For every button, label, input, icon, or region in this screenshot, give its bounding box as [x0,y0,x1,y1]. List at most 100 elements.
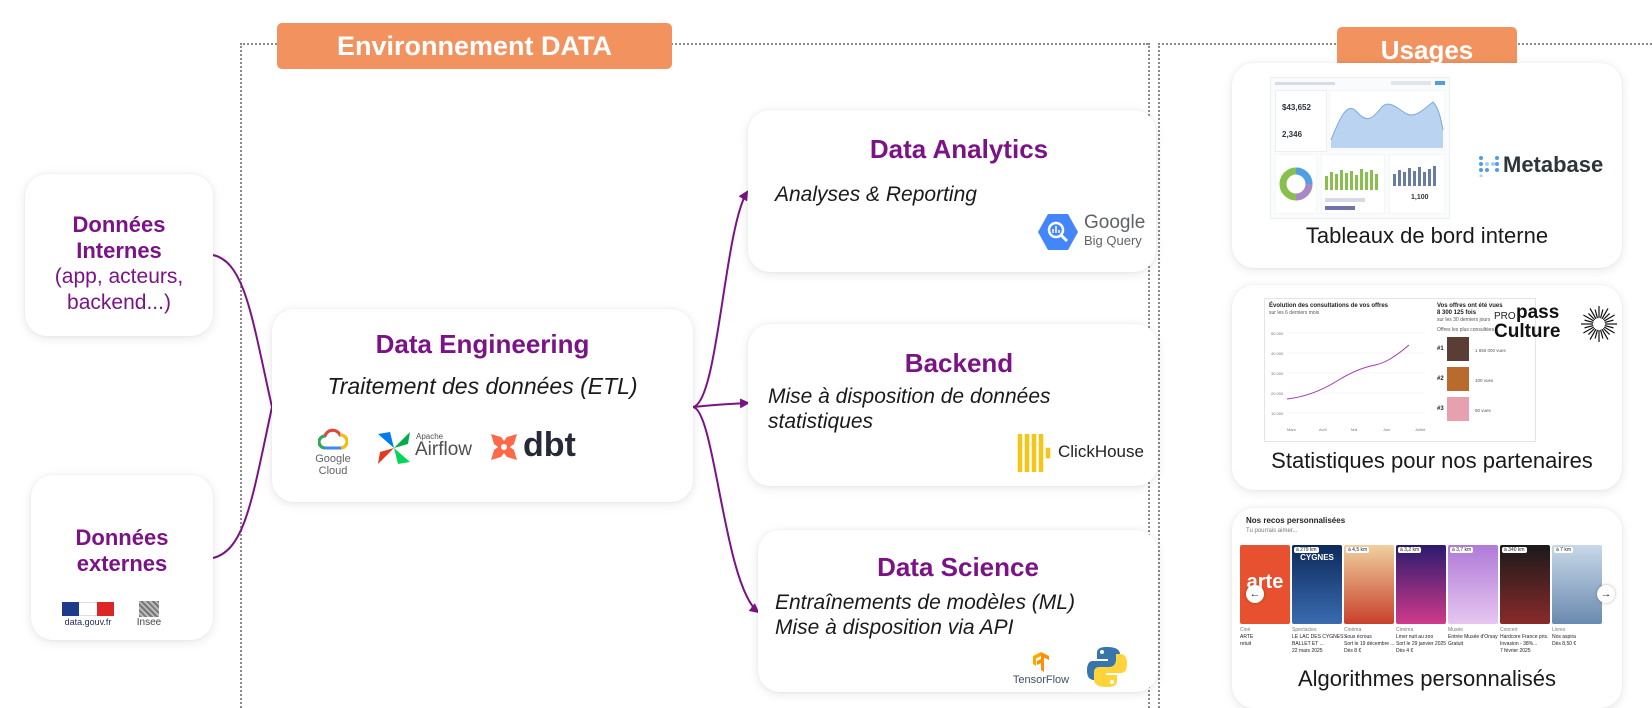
poster-image: à 7 km [1552,545,1602,624]
data-engineering-card: Data Engineering Traitement des données … [272,309,693,502]
carousel-prev-button[interactable]: ← [1246,585,1264,603]
poster-title: CYGNES [1300,553,1334,562]
poster-line-1: Lmer nuit au zoo [1396,634,1434,640]
poster-line-1: Nos aspira [1552,634,1576,640]
dashboards-usage-card: $43,652 2,346 1,100 Metabase Tableaux de… [1232,63,1622,268]
science-line-2: Mise à disposition via API [775,616,1014,639]
internal-title-1: Données [72,212,166,237]
arrow-to-backend [692,398,750,409]
reco-poster-card[interactable]: à 7 km Livres Nos aspira Dès 8,50 € [1552,545,1602,675]
offer-rank: #3 [1437,406,1444,412]
airflow-icon [378,432,410,464]
backend-title: Backend [904,348,1014,378]
algos-usage-card: Nos recos personnalisées Tu pourrais aim… [1232,508,1622,708]
metabase-dashboard-thumbnail: $43,652 2,346 1,100 [1270,77,1450,219]
y-tick-label: 10 000 [1271,411,1284,416]
algos-caption: Algorithmes personnalisés [1297,666,1557,691]
reco-poster-card[interactable]: arte Ciné ARTE retuit [1240,545,1290,675]
distance-badge: à 4,5 km [1346,547,1370,553]
data-analytics-card: Data Analytics Analyses & Reporting Goog… [748,110,1156,272]
poster-line-1: Hardcore France pris. [1500,634,1549,640]
poster-line-2: Sort le 29 janvier 2025 [1396,641,1447,647]
metabase-logo: Metabase [1478,151,1618,181]
arrow-internal-to-engineering [212,254,273,408]
distance-badge: à 3,2 km [1398,547,1422,553]
poster-line-1: Sous écrous [1344,634,1372,640]
google-cloud-logo: Google Cloud [300,428,366,477]
poster-category: Spectacles [1292,627,1317,633]
poster-line-2: BALLET ET ... [1292,641,1324,647]
poster-category: Cinéma [1396,627,1414,633]
poster-category: Musée [1448,627,1464,633]
partners-caption: Statistiques pour nos partenaires [1271,448,1593,473]
partner-views-chart: 50 000 40 000 30 000 20 000 10 000 Mars Avril M… [1271,331,1426,432]
distance-badge: à 3,7 km [1450,547,1474,553]
bigquery-icon [1038,214,1078,250]
distance-badge: à 7 km [1554,547,1574,553]
sun-burst-icon [1581,306,1617,342]
internal-sub-1: (app, acteurs, [54,265,184,288]
airflow-logo: Apache Airflow [376,428,476,468]
reco-poster-card[interactable]: à 340 km Concert Hardcore France pris. Inva… [1500,545,1550,675]
reco-poster-card[interactable]: à 279 km CYGNES Spectacles LE LAC DES CYGNE… [1292,545,1346,675]
tensorflow-logo: TensorFlow [1010,652,1072,686]
offer-thumbnail [1447,397,1469,421]
distance-badge: à 340 km [1502,547,1527,553]
x-tick-label: Juin [1383,427,1390,432]
analytics-title: Data Analytics [869,134,1049,164]
datagouv-logo: data.gouv.fr [62,602,114,627]
recos-subheader: Tu pourrais aimer... [1246,528,1298,534]
metabase-icon [1479,156,1499,177]
x-tick-label: Avril [1319,427,1327,432]
poster-line-1: ARTE [1240,634,1254,640]
poster-image: à 279 km CYGNES [1292,545,1342,624]
tensorflow-icon [1033,652,1049,672]
offer-thumbnail [1447,337,1469,361]
top-offer-row: #3 50 vues [1437,397,1527,423]
external-title-1: Données [75,525,169,550]
pass-culture-pro-logo: PRO pass Culture [1494,303,1620,349]
dashboards-caption: Tableaux de bord interne [1305,223,1549,248]
python-icon [1087,647,1127,687]
poster-line-2: retuit [1240,641,1252,647]
carousel-next-button[interactable]: → [1597,585,1615,603]
clickhouse-logo: ClickHouse [1016,434,1156,472]
clickhouse-icon [1017,434,1051,472]
x-tick-label: Mars [1287,427,1296,432]
reco-poster-card[interactable]: à 3,2 km Cinéma Lmer nuit au zoo Sort le 29… [1396,545,1446,675]
google-cloud-icon [317,428,349,450]
internal-title-2: Internes [76,238,162,263]
recos-carousel: arte Ciné ARTE retuit à 279 km CYGNES Spectacl… [1232,545,1622,675]
poster-line-3: Dès 4 € [1396,648,1414,654]
internal-data-card: Données Internes (app, acteurs, backend.… [25,174,213,336]
poster-line-3: Dès 8 € [1344,648,1362,654]
poster-line-2: Dès 8,50 € [1552,641,1577,647]
offer-rank: #1 [1437,346,1444,352]
python-logo [1086,646,1128,688]
backend-line-1: Mise à disposition de données [768,385,1051,408]
poster-line-2: Sort le 19 décembre ... [1344,641,1395,647]
science-title: Data Science [877,552,1039,582]
poster-category: Ciné [1240,627,1251,633]
poster-category: Concert [1500,627,1518,633]
reco-poster-card[interactable]: à 4,5 km Cinéma Sous écrous Sort le 19 déce… [1344,545,1395,675]
y-tick-label: 50 000 [1271,331,1284,336]
arrow-to-analytics [692,190,749,408]
y-tick-label: 40 000 [1271,351,1284,356]
poster-line-3: 7 février 2025 [1500,648,1531,654]
dbt-icon [491,434,517,460]
poster-image: à 4,5 km [1344,545,1394,624]
offer-views: 100 vues [1475,378,1494,383]
poster-category: Livres [1552,627,1566,633]
backend-line-2: statistiques [768,410,874,433]
reco-poster-card[interactable]: à 3,7 km Musée Entrée Musée d'Orsay Gratuit [1448,545,1498,675]
arrow-external-to-engineering [212,406,273,559]
top-offer-row: #2 100 vues [1437,367,1527,393]
science-line-1: Entraînements de modèles (ML) [775,591,1075,614]
backend-card: Backend Mise à disposition de données st… [748,324,1158,486]
offer-rank: #2 [1437,376,1444,382]
poster-line-1: LE LAC DES CYGNES - [1292,634,1347,640]
engineering-title: Data Engineering [375,329,590,359]
poster-category: Cinéma [1344,627,1362,633]
poster-line-1: Entrée Musée d'Orsay [1448,634,1498,640]
